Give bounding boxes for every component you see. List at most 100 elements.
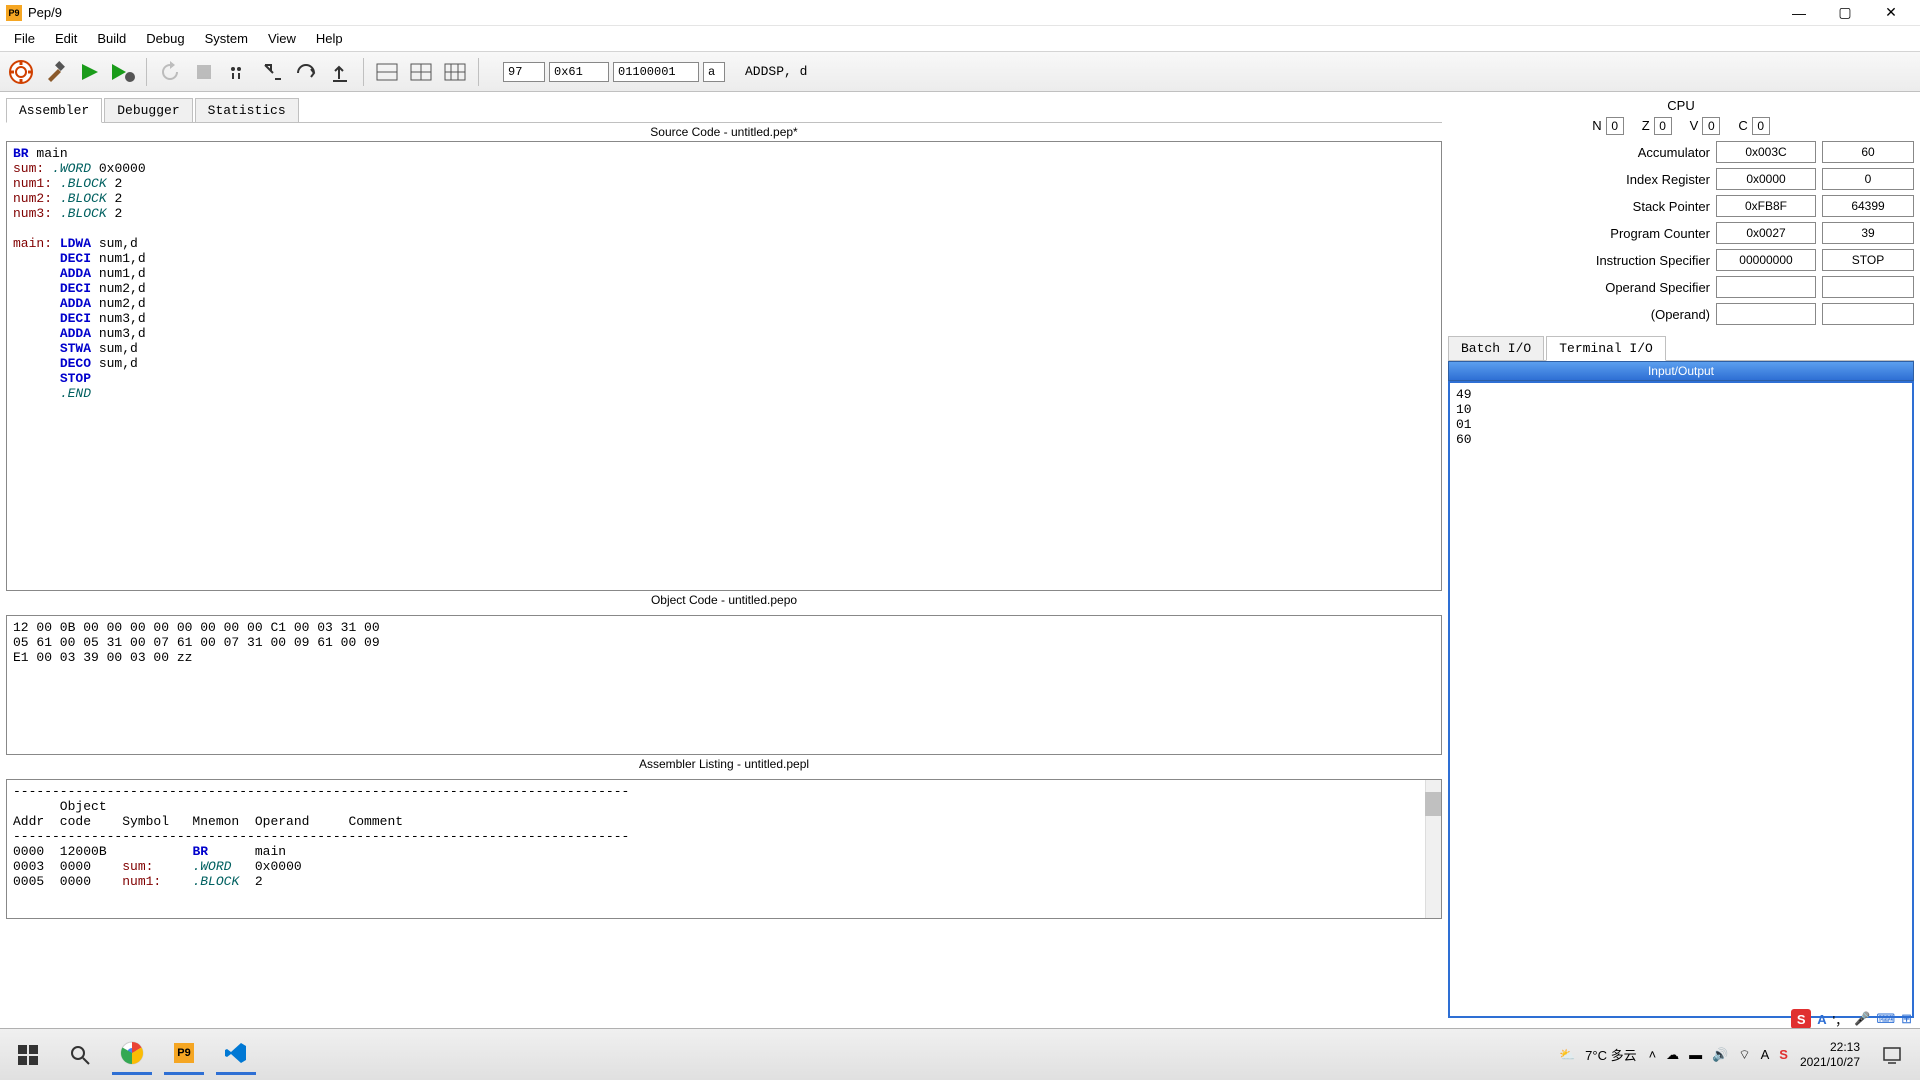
- object-title: Object Code - untitled.pepo: [6, 591, 1442, 609]
- ime-mic-icon[interactable]: 🎤: [1854, 1011, 1870, 1027]
- cpu-label: Accumulator: [1638, 145, 1710, 160]
- menu-system[interactable]: System: [195, 27, 258, 50]
- menu-help[interactable]: Help: [306, 27, 353, 50]
- toolbar-separator: [146, 58, 147, 86]
- menu-debug[interactable]: Debug: [136, 27, 194, 50]
- flag-z: 0: [1654, 117, 1672, 135]
- tab-batch-io[interactable]: Batch I/O: [1448, 336, 1544, 360]
- instr-decode-text: ADDSP, d: [745, 64, 807, 79]
- ime-grid-icon[interactable]: ⊞: [1901, 1011, 1912, 1027]
- cpu-row: Operand Specifier: [1448, 276, 1914, 298]
- cpu-row: (Operand): [1448, 303, 1914, 325]
- cpu-dec-field: 39: [1822, 222, 1914, 244]
- pep9-task[interactable]: P9: [164, 1035, 204, 1075]
- tray-input-icon[interactable]: A: [1761, 1047, 1770, 1062]
- vscode-task[interactable]: [216, 1035, 256, 1075]
- cpu-row: Accumulator 0x003C 60: [1448, 141, 1914, 163]
- weather-text: 7°C 多云: [1585, 1045, 1636, 1064]
- layout-1-icon[interactable]: [372, 57, 402, 87]
- run-icon[interactable]: [74, 57, 104, 87]
- tray-volume-icon[interactable]: 🔊: [1712, 1047, 1728, 1063]
- tray-wifi-icon[interactable]: ⌔: [1738, 1047, 1750, 1063]
- toolbar-separator: [363, 58, 364, 86]
- reload-icon[interactable]: [155, 57, 185, 87]
- object-code-view[interactable]: 12 00 0B 00 00 00 00 00 00 00 00 C1 00 0…: [6, 615, 1442, 755]
- taskbar: P9 ⛅ 7°C 多云 ˄ ☁ ▬ 🔊 ⌔ A S 22:13 2021/10/…: [0, 1028, 1920, 1080]
- menu-view[interactable]: View: [258, 27, 306, 50]
- ime-punct-icon[interactable]: '，: [1833, 1010, 1848, 1029]
- menu-build[interactable]: Build: [87, 27, 136, 50]
- cpu-row: Stack Pointer 0xFB8F 64399: [1448, 195, 1914, 217]
- stop-icon[interactable]: [189, 57, 219, 87]
- cpu-label: Program Counter: [1610, 226, 1710, 241]
- hex-field[interactable]: [549, 62, 609, 82]
- run-debug-icon[interactable]: [108, 57, 138, 87]
- maximize-button[interactable]: ▢: [1822, 1, 1868, 25]
- layout-3-icon[interactable]: [440, 57, 470, 87]
- tray-sogou-icon[interactable]: S: [1779, 1047, 1788, 1062]
- titlebar: P9 Pep/9 — ▢ ✕: [0, 0, 1920, 26]
- tray-battery-icon[interactable]: ▬: [1689, 1047, 1702, 1062]
- start-button[interactable]: [8, 1035, 48, 1075]
- app-icon: P9: [6, 5, 22, 21]
- hammer-icon[interactable]: [40, 57, 70, 87]
- step-out-icon[interactable]: [325, 57, 355, 87]
- lifebuoy-icon[interactable]: [6, 57, 36, 87]
- cpu-title: CPU: [1448, 98, 1914, 113]
- bin-field[interactable]: [613, 62, 699, 82]
- dec-field[interactable]: [503, 62, 545, 82]
- cpu-dec-field: [1822, 303, 1914, 325]
- source-title: Source Code - untitled.pep*: [6, 123, 1442, 141]
- cpu-dec-field: 0: [1822, 168, 1914, 190]
- menu-edit[interactable]: Edit: [45, 27, 87, 50]
- weather-widget[interactable]: ⛅ 7°C 多云: [1559, 1045, 1637, 1064]
- cpu-label: Stack Pointer: [1633, 199, 1710, 214]
- io-header: Input/Output: [1448, 361, 1914, 381]
- mode-field[interactable]: [703, 62, 725, 82]
- layout-2-icon[interactable]: [406, 57, 436, 87]
- cpu-hex-field: 00000000: [1716, 249, 1816, 271]
- taskbar-clock[interactable]: 22:13 2021/10/27: [1800, 1040, 1860, 1069]
- ime-strip: S A '， 🎤 ⌨ ⊞: [1783, 1010, 1920, 1028]
- cpu-row: Program Counter 0x0027 39: [1448, 222, 1914, 244]
- tab-assembler[interactable]: Assembler: [6, 98, 102, 123]
- listing-title: Assembler Listing - untitled.pepl: [6, 755, 1442, 773]
- left-tabs: Assembler Debugger Statistics: [6, 98, 1442, 123]
- step-over-icon[interactable]: [291, 57, 321, 87]
- cpu-label: Operand Specifier: [1605, 280, 1710, 295]
- cpu-hex-field: 0xFB8F: [1716, 195, 1816, 217]
- step-icon[interactable]: [223, 57, 253, 87]
- io-terminal[interactable]: 49 10 01 60: [1448, 381, 1914, 1018]
- clock-time: 22:13: [1800, 1040, 1860, 1054]
- source-code-editor[interactable]: BR main sum: .WORD 0x0000 num1: .BLOCK 2…: [6, 141, 1442, 591]
- tray-cloud-icon[interactable]: ☁: [1666, 1047, 1679, 1063]
- tab-statistics[interactable]: Statistics: [195, 98, 299, 122]
- step-into-icon[interactable]: [257, 57, 287, 87]
- listing-view[interactable]: ----------------------------------------…: [6, 779, 1442, 919]
- minimize-button[interactable]: —: [1776, 1, 1822, 25]
- tab-debugger[interactable]: Debugger: [104, 98, 192, 122]
- cpu-label: Index Register: [1626, 172, 1710, 187]
- listing-scrollbar[interactable]: [1425, 780, 1441, 918]
- ime-s-icon[interactable]: S: [1791, 1009, 1811, 1029]
- tab-terminal-io[interactable]: Terminal I/O: [1546, 336, 1666, 361]
- flag-n: 0: [1606, 117, 1624, 135]
- cpu-label: Instruction Specifier: [1596, 253, 1710, 268]
- close-button[interactable]: ✕: [1868, 1, 1914, 25]
- cpu-panel: CPU N0 Z0 V0 C0 Accumulator 0x003C 60 Ind…: [1448, 98, 1914, 330]
- chrome-task[interactable]: [112, 1035, 152, 1075]
- tray-chevron-icon[interactable]: ˄: [1649, 1047, 1657, 1062]
- ime-mode[interactable]: A: [1817, 1012, 1826, 1027]
- notifications-button[interactable]: [1872, 1035, 1912, 1075]
- search-button[interactable]: [60, 1035, 100, 1075]
- cpu-dec-field: 64399: [1822, 195, 1914, 217]
- cpu-hex-field: 0x0000: [1716, 168, 1816, 190]
- menu-file[interactable]: File: [4, 27, 45, 50]
- cpu-flags: N0 Z0 V0 C0: [1448, 117, 1914, 135]
- cpu-hex-field: 0x003C: [1716, 141, 1816, 163]
- menubar: File Edit Build Debug System View Help: [0, 26, 1920, 52]
- ime-keyboard-icon[interactable]: ⌨: [1876, 1011, 1895, 1027]
- flag-v: 0: [1702, 117, 1720, 135]
- cpu-row: Instruction Specifier 00000000 STOP: [1448, 249, 1914, 271]
- clock-date: 2021/10/27: [1800, 1055, 1860, 1069]
